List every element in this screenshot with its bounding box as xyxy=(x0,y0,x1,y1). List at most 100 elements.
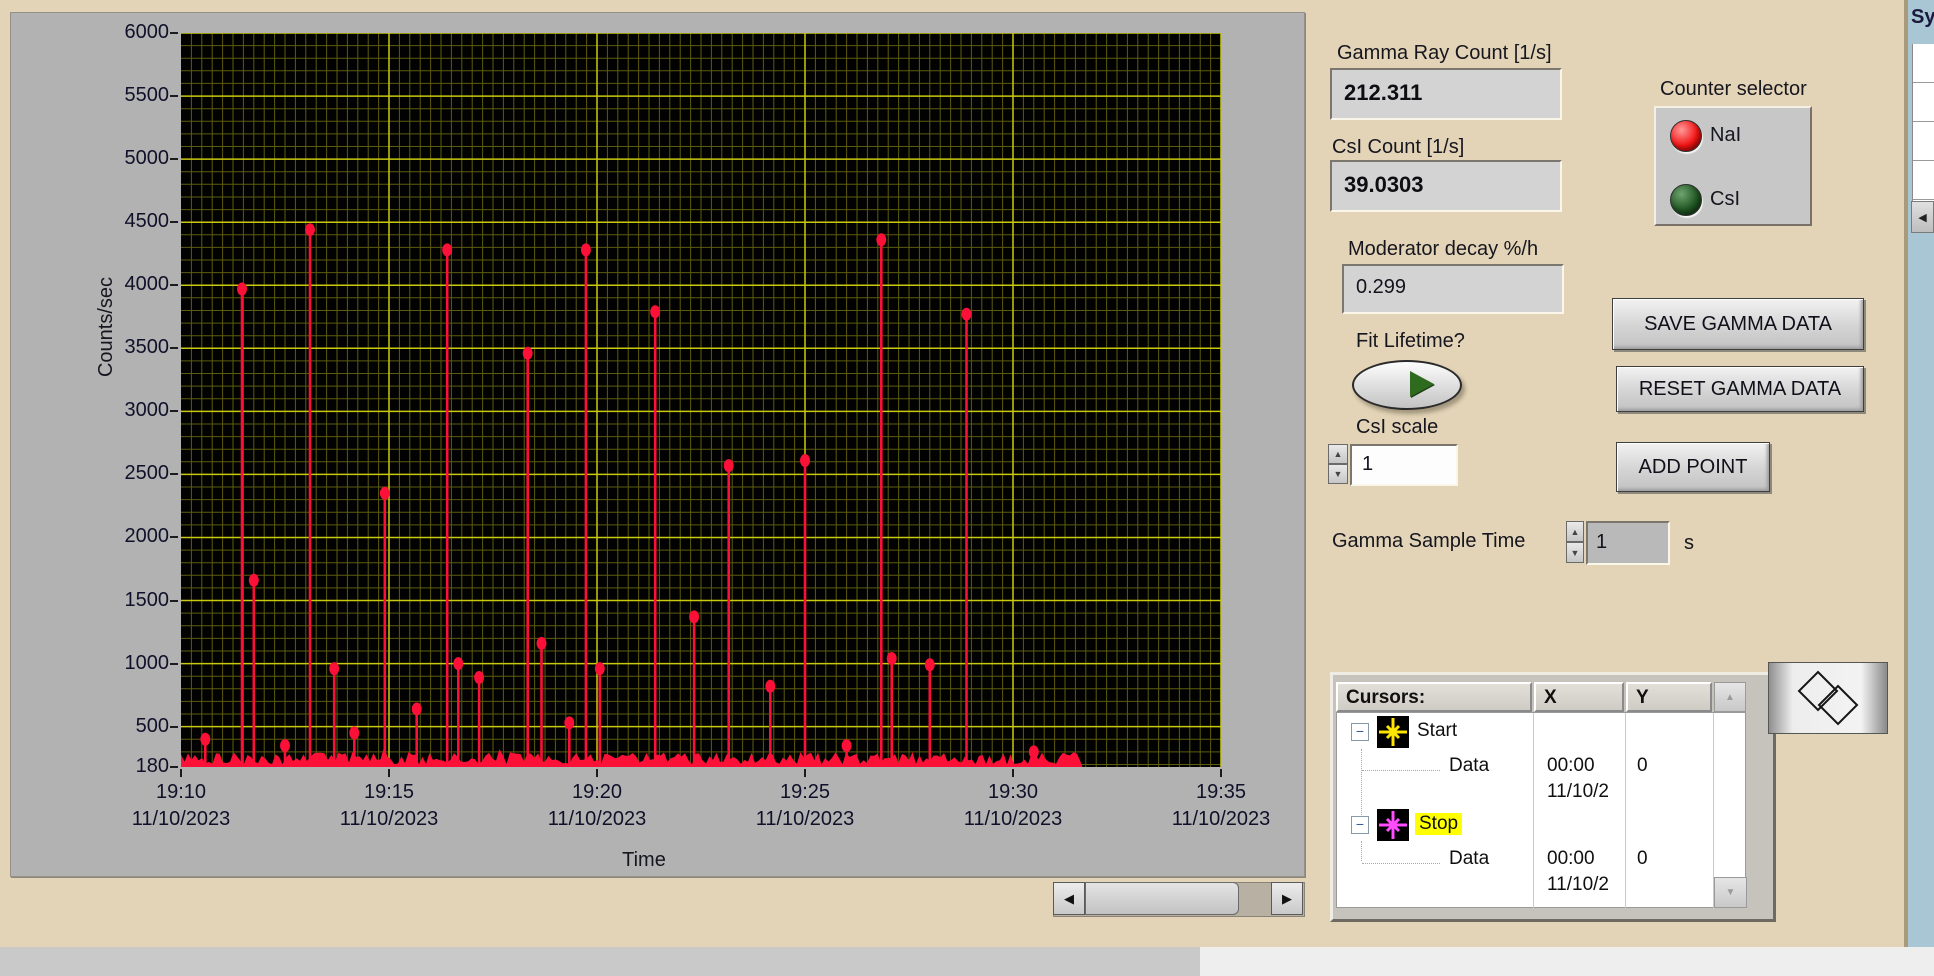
cursors-y-header: Y xyxy=(1626,682,1712,712)
y-axis-tick-mark xyxy=(170,473,178,475)
y-axis-tick-mark xyxy=(170,347,178,349)
cursor-list-scroll-down-button[interactable]: ▼ xyxy=(1714,877,1747,908)
stop-cursor-y-value: 0 xyxy=(1637,848,1648,869)
sample-time-value: 1 xyxy=(1596,531,1608,553)
start-cursor-data-label[interactable]: Data xyxy=(1449,755,1489,777)
x-axis-tick-mark xyxy=(804,769,806,777)
y-axis-tick-mark xyxy=(170,221,178,223)
start-cursor-x-date: 11/10/2 xyxy=(1547,781,1609,802)
window-edge-shadow xyxy=(1904,0,1908,947)
background-scroll-left-button[interactable]: ◀ xyxy=(1911,201,1934,233)
x-axis-date-label: 11/10/2023 xyxy=(755,808,855,830)
y-axis-tick-label: 500 xyxy=(135,715,169,737)
stop-cursor-name[interactable]: Stop xyxy=(1415,813,1463,835)
tree-line xyxy=(1362,770,1440,771)
column-divider xyxy=(1533,713,1534,909)
gamma-chart-trace xyxy=(181,32,1222,767)
x-axis-date-label: 11/10/2023 xyxy=(339,808,439,830)
cursors-x-header: X xyxy=(1534,682,1624,712)
y-axis-title: Counts/sec xyxy=(95,276,117,378)
scroll-left-icon: ◀ xyxy=(1064,890,1074,906)
y-axis-tick-label: 2500 xyxy=(124,462,170,484)
y-axis-tick-mark xyxy=(170,284,178,286)
stop-cursor-x-date: 11/10/2 xyxy=(1547,874,1609,895)
x-axis-date-label: 11/10/2023 xyxy=(131,808,231,830)
fit-lifetime-toggle[interactable] xyxy=(1352,360,1462,410)
x-axis-tick-label: 19:10 xyxy=(155,781,207,803)
x-axis-tick-mark xyxy=(388,769,390,777)
stop-cursor-data-label[interactable]: Data xyxy=(1449,848,1489,870)
reset-gamma-data-button[interactable]: RESET GAMMA DATA xyxy=(1616,366,1864,412)
csi-scale-field[interactable]: 1 xyxy=(1350,444,1458,486)
increment-arrow-icon[interactable]: ▲ xyxy=(1566,521,1584,542)
csi-scale-stepper[interactable]: ▲ ▼ xyxy=(1328,444,1348,484)
sample-time-stepper[interactable]: ▲ ▼ xyxy=(1566,521,1584,563)
csi-count-value: 39.0303 xyxy=(1344,172,1424,197)
y-axis-tick-mark xyxy=(170,158,178,160)
nai-option-label: NaI xyxy=(1710,124,1742,146)
scroll-left-button[interactable]: ◀ xyxy=(1053,882,1085,915)
y-axis-tick-label: 1500 xyxy=(124,589,170,611)
x-axis-tick-label: 19:25 xyxy=(779,781,831,803)
csi-led[interactable] xyxy=(1670,184,1702,216)
decrement-arrow-icon[interactable]: ▼ xyxy=(1566,542,1584,563)
gamma-count-indicator: 212.311 xyxy=(1330,68,1562,120)
x-axis-tick-mark xyxy=(596,769,598,777)
y-axis-tick-mark xyxy=(170,726,178,728)
y-axis-tick-label: 6000 xyxy=(124,21,170,43)
add-point-button[interactable]: ADD POINT xyxy=(1616,442,1770,492)
moderator-decay-value: 0.299 xyxy=(1356,276,1407,298)
cursor-list-scroll-up-button[interactable]: ▲ xyxy=(1714,682,1746,712)
x-axis-tick-mark xyxy=(180,769,182,777)
gamma-count-value: 212.311 xyxy=(1344,80,1423,105)
x-axis-tick-label: 19:35 xyxy=(1195,781,1247,803)
stop-cursor-expander[interactable]: − xyxy=(1351,816,1369,834)
nai-led[interactable] xyxy=(1670,120,1702,152)
cursors-header: Cursors: xyxy=(1336,682,1532,712)
moderator-decay-label: Moderator decay %/h xyxy=(1348,238,1539,260)
decrement-arrow-icon[interactable]: ▼ xyxy=(1328,464,1348,484)
y-axis-tick-mark xyxy=(170,536,178,538)
moderator-decay-indicator: 0.299 xyxy=(1342,264,1564,314)
tree-line xyxy=(1361,841,1362,861)
start-cursor-x-time: 00:00 xyxy=(1547,755,1595,776)
scrollbar-thumb[interactable] xyxy=(1085,882,1239,915)
list-row xyxy=(1913,161,1934,200)
save-gamma-data-button[interactable]: SAVE GAMMA DATA xyxy=(1612,298,1864,350)
increment-arrow-icon[interactable]: ▲ xyxy=(1328,444,1348,464)
start-cursor-expander[interactable]: − xyxy=(1351,723,1369,741)
x-axis-title: Time xyxy=(622,849,666,871)
start-cursor-icon[interactable] xyxy=(1377,716,1409,748)
y-axis-tick-label: 4000 xyxy=(124,273,170,295)
y-axis-tick-label: 180 xyxy=(135,755,169,777)
gamma-count-label: Gamma Ray Count [1/s] xyxy=(1337,42,1552,64)
chart-horizontal-scrollbar[interactable]: ◀ ▶ xyxy=(1053,882,1305,917)
y-axis-tick-label: 2000 xyxy=(124,525,170,547)
csi-scale-label: CsI scale xyxy=(1356,416,1439,438)
column-divider xyxy=(1625,713,1626,909)
stop-cursor-icon[interactable] xyxy=(1377,809,1409,841)
y-axis-tick-label: 4500 xyxy=(124,210,170,232)
y-axis-tick-label: 5500 xyxy=(124,84,170,106)
background-window-list xyxy=(1912,44,1934,201)
sample-time-label: Gamma Sample Time xyxy=(1332,530,1526,552)
y-axis-tick-mark xyxy=(170,663,178,665)
scroll-right-icon: ▶ xyxy=(1282,890,1292,906)
sample-time-field[interactable]: 1 xyxy=(1586,521,1670,565)
sample-time-unit: s xyxy=(1684,532,1694,554)
y-axis-tick-mark xyxy=(170,766,178,768)
x-axis-date-label: 11/10/2023 xyxy=(963,808,1063,830)
x-axis-tick-label: 19:30 xyxy=(987,781,1039,803)
cursor-move-button[interactable] xyxy=(1768,662,1888,734)
diamond-icon xyxy=(1797,670,1859,726)
y-axis-tick-mark xyxy=(170,95,178,97)
x-axis-tick-mark xyxy=(1220,769,1222,777)
y-axis-tick-mark xyxy=(170,600,178,602)
gamma-chart-panel: Counts/sec Time 6000 5500 5000 4500 4000 3500… xyxy=(10,12,1305,877)
scroll-right-button[interactable]: ▶ xyxy=(1271,882,1303,915)
start-cursor-name[interactable]: Start xyxy=(1417,720,1457,742)
toggle-arrow-icon xyxy=(1410,371,1434,397)
list-row xyxy=(1913,122,1934,161)
tree-line xyxy=(1362,863,1440,864)
stop-cursor-x-time: 00:00 xyxy=(1547,848,1595,869)
